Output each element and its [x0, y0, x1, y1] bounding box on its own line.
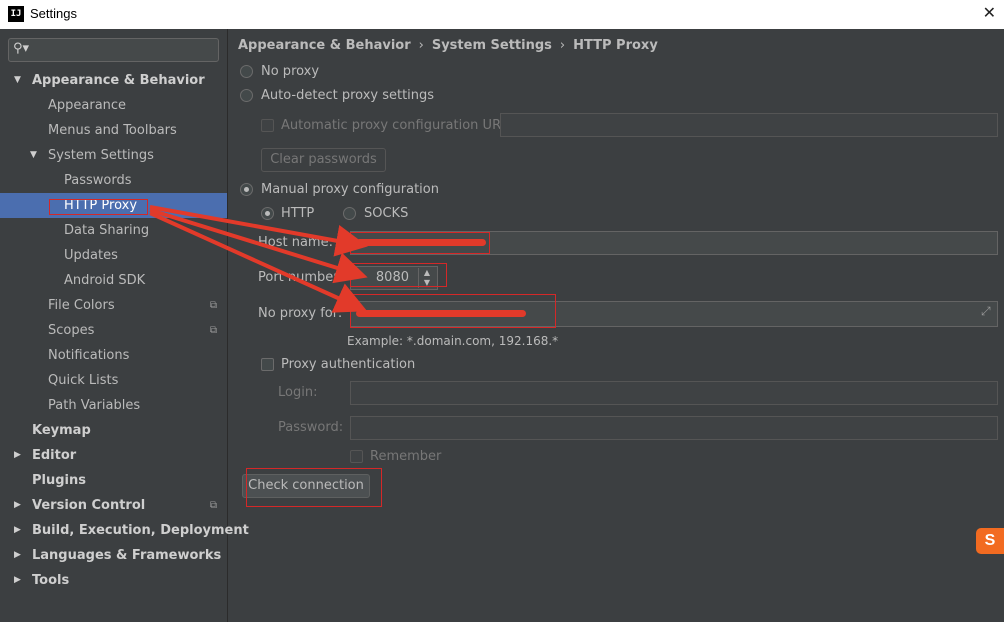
breadcrumb-item[interactable]: Appearance & Behavior [238, 38, 411, 53]
proxy-auth-checkbox[interactable] [261, 358, 274, 371]
sidebar-item-build-execution-deployment[interactable]: ▶ Build, Execution, Deployment [0, 518, 249, 543]
sidebar-item-appearance-behavior[interactable]: ▼ Appearance & Behavior [0, 68, 227, 93]
breadcrumb-separator: › [418, 38, 424, 53]
project-config-icon: ⧉ [209, 500, 217, 511]
sidebar-item-label: Passwords [64, 173, 132, 188]
password-input[interactable] [350, 416, 998, 440]
sidebar-item-label: HTTP Proxy [64, 198, 138, 213]
chevron-down-icon: ▼ [30, 150, 37, 160]
socks-label: SOCKS [364, 206, 409, 221]
remember-label: Remember [370, 449, 442, 464]
auto-config-url-field[interactable] [500, 113, 998, 137]
breadcrumb-separator: › [559, 38, 566, 53]
settings-sidebar: ⚲▾ ▼ Appearance & Behavior Appearance Me… [0, 29, 249, 622]
sidebar-item-label: System Settings [48, 148, 154, 163]
redaction-mark [356, 239, 486, 246]
manual-proxy-label: Manual proxy configuration [261, 182, 439, 197]
sidebar-item-label: Path Variables [48, 398, 141, 413]
project-config-icon: ⧉ [209, 300, 217, 311]
no-proxy-for-label: No proxy for: [258, 306, 343, 321]
manual-proxy-radio[interactable] [240, 183, 253, 196]
search-icon: ⚲▾ [13, 41, 30, 56]
breadcrumb-item: HTTP Proxy [573, 38, 658, 53]
sidebar-item-label: Keymap [32, 423, 91, 438]
sidebar-item-label: Updates [64, 248, 118, 263]
sidebar-item-label: Build, Execution, Deployment [32, 523, 249, 538]
auto-config-url-label: Automatic proxy configuration URL: [281, 118, 513, 133]
spinner-arrows-icon[interactable]: ▲ ▼ [418, 268, 435, 288]
sidebar-item-label: Plugins [32, 473, 86, 488]
port-number-label: Port number: [258, 270, 343, 285]
auto-detect-radio[interactable] [240, 89, 253, 102]
no-proxy-label: No proxy [261, 64, 320, 79]
login-input[interactable] [350, 381, 998, 405]
chevron-right-icon: ▶ [14, 525, 21, 535]
sidebar-item-label: Menus and Toolbars [48, 123, 177, 138]
sidebar-item-quick-lists[interactable]: Quick Lists [0, 368, 227, 393]
sidebar-item-label: Editor [32, 448, 77, 463]
expand-icon[interactable]: ⤢ [981, 304, 991, 319]
chevron-down-icon: ▼ [14, 75, 21, 85]
sidebar-item-passwords[interactable]: Passwords [0, 168, 227, 193]
no-proxy-example-text: Example: *.domain.com, 192.168.* [347, 334, 559, 348]
sidebar-item-label: File Colors [48, 298, 115, 313]
auto-detect-label: Auto-detect proxy settings [261, 88, 435, 103]
sidebar-item-android-sdk[interactable]: Android SDK [0, 268, 227, 293]
sidebar-item-system-settings[interactable]: ▼ System Settings [0, 143, 227, 168]
app-logo-icon: IJ [8, 6, 24, 22]
remember-checkbox[interactable] [350, 450, 363, 463]
sidebar-item-label: Quick Lists [48, 373, 119, 388]
title-bar: IJ Settings ✕ [0, 0, 1004, 29]
sidebar-item-label: Appearance & Behavior [32, 73, 205, 88]
http-label: HTTP [281, 206, 315, 221]
sidebar-item-data-sharing[interactable]: Data Sharing [0, 218, 227, 243]
sidebar-item-label: Version Control [32, 498, 146, 513]
chevron-right-icon: ▶ [14, 575, 21, 585]
no-proxy-radio[interactable] [240, 65, 253, 78]
sidebar-item-keymap[interactable]: Keymap [0, 418, 227, 443]
sidebar-item-path-variables[interactable]: Path Variables [0, 393, 227, 418]
sidebar-item-file-colors[interactable]: File Colors ⧉ [0, 293, 227, 318]
close-icon[interactable]: ✕ [983, 3, 996, 22]
sidebar-item-label: Data Sharing [64, 223, 150, 238]
project-config-icon: ⧉ [209, 325, 217, 336]
search-input[interactable]: ⚲▾ [8, 38, 219, 62]
sidebar-item-editor[interactable]: ▶ Editor [0, 443, 227, 468]
window-title: Settings [30, 6, 77, 21]
sidebar-item-label: Android SDK [64, 273, 146, 288]
breadcrumb: Appearance & Behavior › System Settings › HT… [238, 38, 658, 53]
sidebar-item-appearance[interactable]: Appearance [0, 93, 227, 118]
http-proxy-panel: Appearance & Behavior › System Settings › HT… [228, 29, 1004, 622]
sidebar-item-plugins[interactable]: Plugins [0, 468, 227, 493]
chevron-right-icon: ▶ [14, 550, 21, 560]
sidebar-item-scopes[interactable]: Scopes ⧉ [0, 318, 227, 343]
sidebar-item-updates[interactable]: Updates [0, 243, 227, 268]
port-number-value: 8080 [375, 270, 409, 285]
sidebar-item-label: Appearance [48, 98, 127, 113]
socks-radio[interactable] [343, 207, 356, 220]
proxy-auth-label: Proxy authentication [281, 357, 416, 372]
redaction-mark [356, 310, 526, 317]
login-label: Login: [278, 385, 318, 400]
sidebar-item-menus-toolbars[interactable]: Menus and Toolbars [0, 118, 227, 143]
clear-passwords-button[interactable]: Clear passwords [261, 148, 386, 172]
sidebar-item-label: Scopes [48, 323, 95, 338]
chevron-right-icon: ▶ [14, 500, 21, 510]
sidebar-item-http-proxy[interactable]: HTTP Proxy [0, 193, 227, 218]
sidebar-item-notifications[interactable]: Notifications [0, 343, 227, 368]
auto-config-url-checkbox[interactable] [261, 119, 274, 132]
sidebar-item-tools[interactable]: ▶ Tools [0, 568, 227, 593]
sidebar-item-label: Tools [32, 573, 70, 588]
sogou-input-icon[interactable]: S [976, 528, 1004, 554]
check-connection-button[interactable]: Check connection [242, 474, 370, 498]
sidebar-item-label: Languages & Frameworks [32, 548, 222, 563]
sidebar-item-version-control[interactable]: ▶ Version Control ⧉ [0, 493, 227, 518]
breadcrumb-item[interactable]: System Settings [432, 38, 552, 53]
host-name-label: Host name: [258, 235, 333, 250]
sidebar-item-languages-frameworks[interactable]: ▶ Languages & Frameworks [0, 543, 227, 568]
chevron-right-icon: ▶ [14, 450, 21, 460]
password-label: Password: [278, 420, 344, 435]
sidebar-item-label: Notifications [48, 348, 130, 363]
http-radio[interactable] [261, 207, 274, 220]
